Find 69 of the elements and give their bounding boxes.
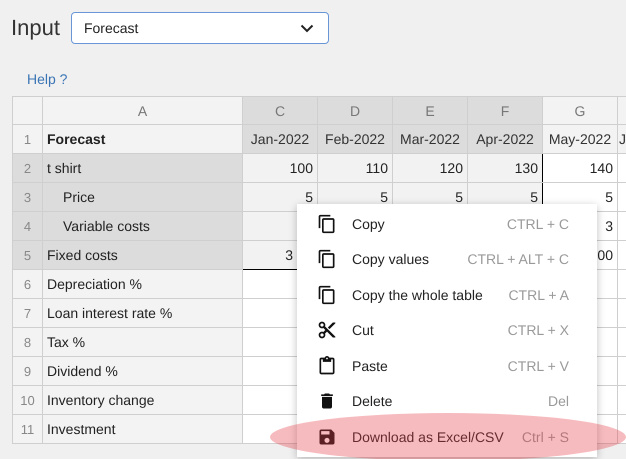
menu-item[interactable]: Copy CTRL + C xyxy=(297,206,597,242)
shortcut-text: CTRL + ALT + C xyxy=(467,251,569,268)
cell-text: Tax % xyxy=(47,334,86,350)
cell-text: May-2022 xyxy=(548,131,612,147)
cell-text: 5 xyxy=(305,189,313,205)
cell-text: Forecast xyxy=(47,131,106,147)
row-number[interactable]: 6 xyxy=(12,270,42,298)
menu-item[interactable]: Copy the whole table CTRL + A xyxy=(297,277,597,312)
row-number[interactable]: 8 xyxy=(12,328,42,356)
cell-text: Feb-2022 xyxy=(325,131,385,147)
row-number[interactable]: 4 xyxy=(12,212,42,240)
row-number[interactable]: 3 xyxy=(12,182,42,212)
page-title: Input xyxy=(11,15,60,41)
cell-text: 110 xyxy=(366,160,388,176)
cell-text: J xyxy=(619,131,626,147)
menu-item[interactable]: Cut CTRL + X xyxy=(297,312,597,348)
shortcut-text: CTRL + A xyxy=(508,286,569,303)
scissors-icon xyxy=(317,320,337,340)
shortcut-text: CTRL + X xyxy=(508,322,569,338)
row-number[interactable]: 7 xyxy=(12,298,42,328)
cell-text: 5 xyxy=(380,189,388,205)
row-number[interactable]: 9 xyxy=(12,356,42,386)
cell-text: Variable costs xyxy=(63,218,150,234)
shortcut-text: Del xyxy=(548,393,569,410)
menu-item[interactable]: Copy values CTRL + ALT + C xyxy=(297,242,597,277)
row-number[interactable]: 2 xyxy=(12,154,42,182)
cell-text: Inventory change xyxy=(47,392,154,408)
cell-text: 5 xyxy=(605,189,613,205)
column-header[interactable]: E xyxy=(392,96,468,124)
cell-text: 140 xyxy=(590,160,613,176)
row-number[interactable]: 11 xyxy=(12,414,42,444)
cell-text: Investment xyxy=(47,421,116,437)
column-header[interactable]: C xyxy=(242,96,318,124)
cell-text: 130 xyxy=(514,160,538,176)
cell-text: Depreciation % xyxy=(47,276,142,292)
column-header[interactable]: A xyxy=(42,96,242,124)
shortcut-text: Ctrl + S xyxy=(522,428,569,445)
column-header[interactable]: D xyxy=(318,96,392,124)
clipboard-icon xyxy=(317,356,337,376)
cell-text: Fixed costs xyxy=(47,247,118,263)
cell-text: 00 xyxy=(597,247,613,263)
chevron-down-icon xyxy=(300,24,314,32)
cell-text: Apr-2022 xyxy=(476,131,534,147)
cell-text: 100 xyxy=(290,160,313,176)
cell-text: 5 xyxy=(530,189,538,205)
cell-text: Mar-2022 xyxy=(400,131,460,147)
row-number[interactable]: 10 xyxy=(12,386,42,414)
row-number[interactable]: 5 xyxy=(12,240,42,270)
cell-text: 5 xyxy=(455,189,463,205)
cell-text: Dividend % xyxy=(47,363,118,379)
menu-item[interactable]: Paste CTRL + V xyxy=(297,348,597,384)
row-number[interactable]: 1 xyxy=(12,124,42,154)
column-header[interactable]: G xyxy=(542,96,618,124)
cell-text: t shirt xyxy=(47,160,82,176)
column-header[interactable]: F xyxy=(468,96,542,124)
copy-icon xyxy=(317,249,337,270)
forecast-dropdown[interactable]: Forecast xyxy=(70,12,329,44)
help-link[interactable]: Help ? xyxy=(27,71,68,87)
cell-text: Jan-2022 xyxy=(250,131,310,147)
copy-icon xyxy=(317,284,337,305)
cell-text: Loan interest rate % xyxy=(47,305,172,321)
copy-icon xyxy=(317,214,337,234)
menu-item[interactable]: Delete Del xyxy=(297,384,597,419)
cell-text: 3 xyxy=(605,218,613,234)
shortcut-text: CTRL + V xyxy=(508,358,569,374)
cell-text: Price xyxy=(63,189,95,205)
shortcut-text: CTRL + C xyxy=(506,216,569,232)
cell-text: 3 xyxy=(285,247,293,263)
cell-text: 120 xyxy=(440,160,463,176)
